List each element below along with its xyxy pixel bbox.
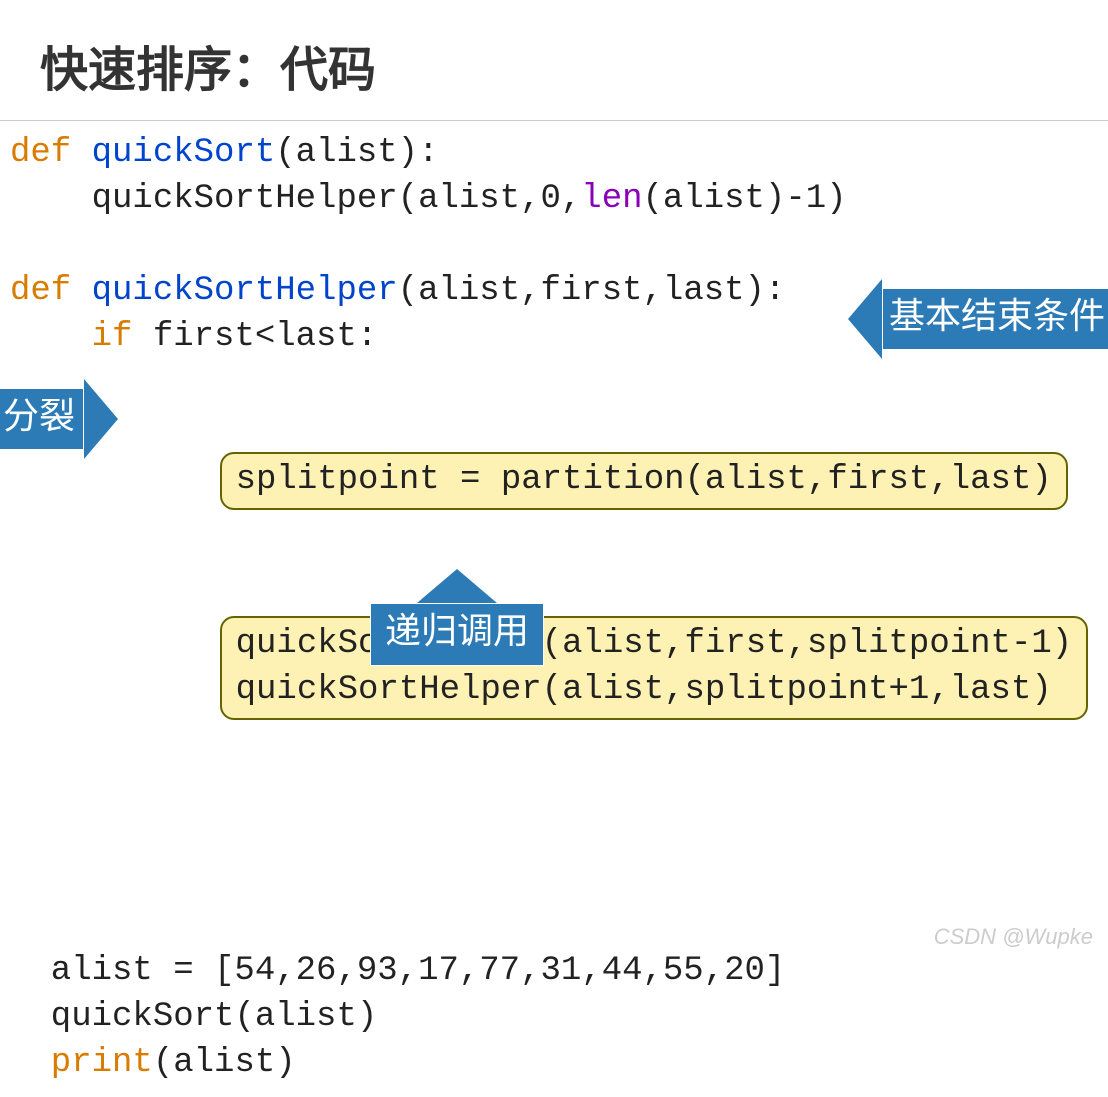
recursive-call-2: quickSortHelper(alist,splitpoint+1,last) bbox=[236, 671, 1052, 709]
spacer bbox=[10, 556, 1098, 570]
blank-line bbox=[10, 766, 1098, 812]
arrow-right-icon bbox=[84, 379, 118, 459]
annotation-base-case: 基本结束条件 bbox=[848, 279, 1108, 359]
annotation-base-case-label: 基本结束条件 bbox=[882, 288, 1108, 350]
code-line-5: splitpoint = partition(alist,first,last) bbox=[10, 406, 1098, 556]
code-text: (alist): bbox=[275, 134, 438, 172]
builtin-print: print bbox=[10, 1044, 153, 1082]
func-quicksort: quickSort bbox=[71, 134, 275, 172]
keyword-if: if bbox=[10, 318, 153, 356]
code-line-7: alist = [54,26,93,17,77,31,44,55,20] bbox=[10, 949, 1098, 995]
annotation-split: 分裂 bbox=[0, 379, 118, 459]
code-line-8: quickSort(alist) bbox=[10, 995, 1098, 1041]
arrow-up-icon bbox=[417, 569, 497, 603]
code-block: def quickSort(alist): quickSortHelper(al… bbox=[0, 121, 1108, 1097]
annotation-recursive: 递归调用 bbox=[370, 569, 544, 666]
builtin-len: len bbox=[581, 180, 642, 218]
page-title: 快速排序：代码 bbox=[0, 0, 1108, 120]
code-text: (alist) bbox=[153, 1044, 296, 1082]
code-text: first<last: bbox=[153, 318, 377, 356]
code-line-2: quickSortHelper(alist,0,len(alist)-1) bbox=[10, 177, 1098, 223]
recursive-call-1: quickSortHelper(alist,first,splitpoint-1… bbox=[236, 625, 1073, 663]
blank-line bbox=[10, 811, 1098, 857]
highlight-splitpoint: splitpoint = partition(alist,first,last) bbox=[220, 452, 1068, 510]
blank-line bbox=[10, 223, 1098, 269]
code-text: (alist,first,last): bbox=[398, 272, 786, 310]
keyword-def: def bbox=[10, 134, 71, 172]
func-quicksorthelper: quickSortHelper bbox=[71, 272, 397, 310]
blank-line bbox=[10, 360, 1098, 406]
arrow-left-icon bbox=[848, 279, 882, 359]
code-line-1: def quickSort(alist): bbox=[10, 131, 1098, 177]
annotation-recursive-label: 递归调用 bbox=[370, 603, 544, 666]
watermark: CSDN @Wupke bbox=[934, 924, 1093, 950]
annotation-split-label: 分裂 bbox=[0, 388, 84, 450]
keyword-def: def bbox=[10, 272, 71, 310]
blank-line bbox=[10, 857, 1098, 903]
code-text: (alist)-1) bbox=[643, 180, 847, 218]
highlight-recursive: quickSortHelper(alist,first,splitpoint-1… bbox=[220, 616, 1089, 720]
code-text: quickSort(alist) bbox=[10, 998, 377, 1036]
code-line-6: quickSortHelper(alist,first,splitpoint-1… bbox=[10, 570, 1098, 766]
code-text: quickSortHelper(alist,0, bbox=[10, 180, 581, 218]
code-line-9: print(alist) bbox=[10, 1041, 1098, 1087]
